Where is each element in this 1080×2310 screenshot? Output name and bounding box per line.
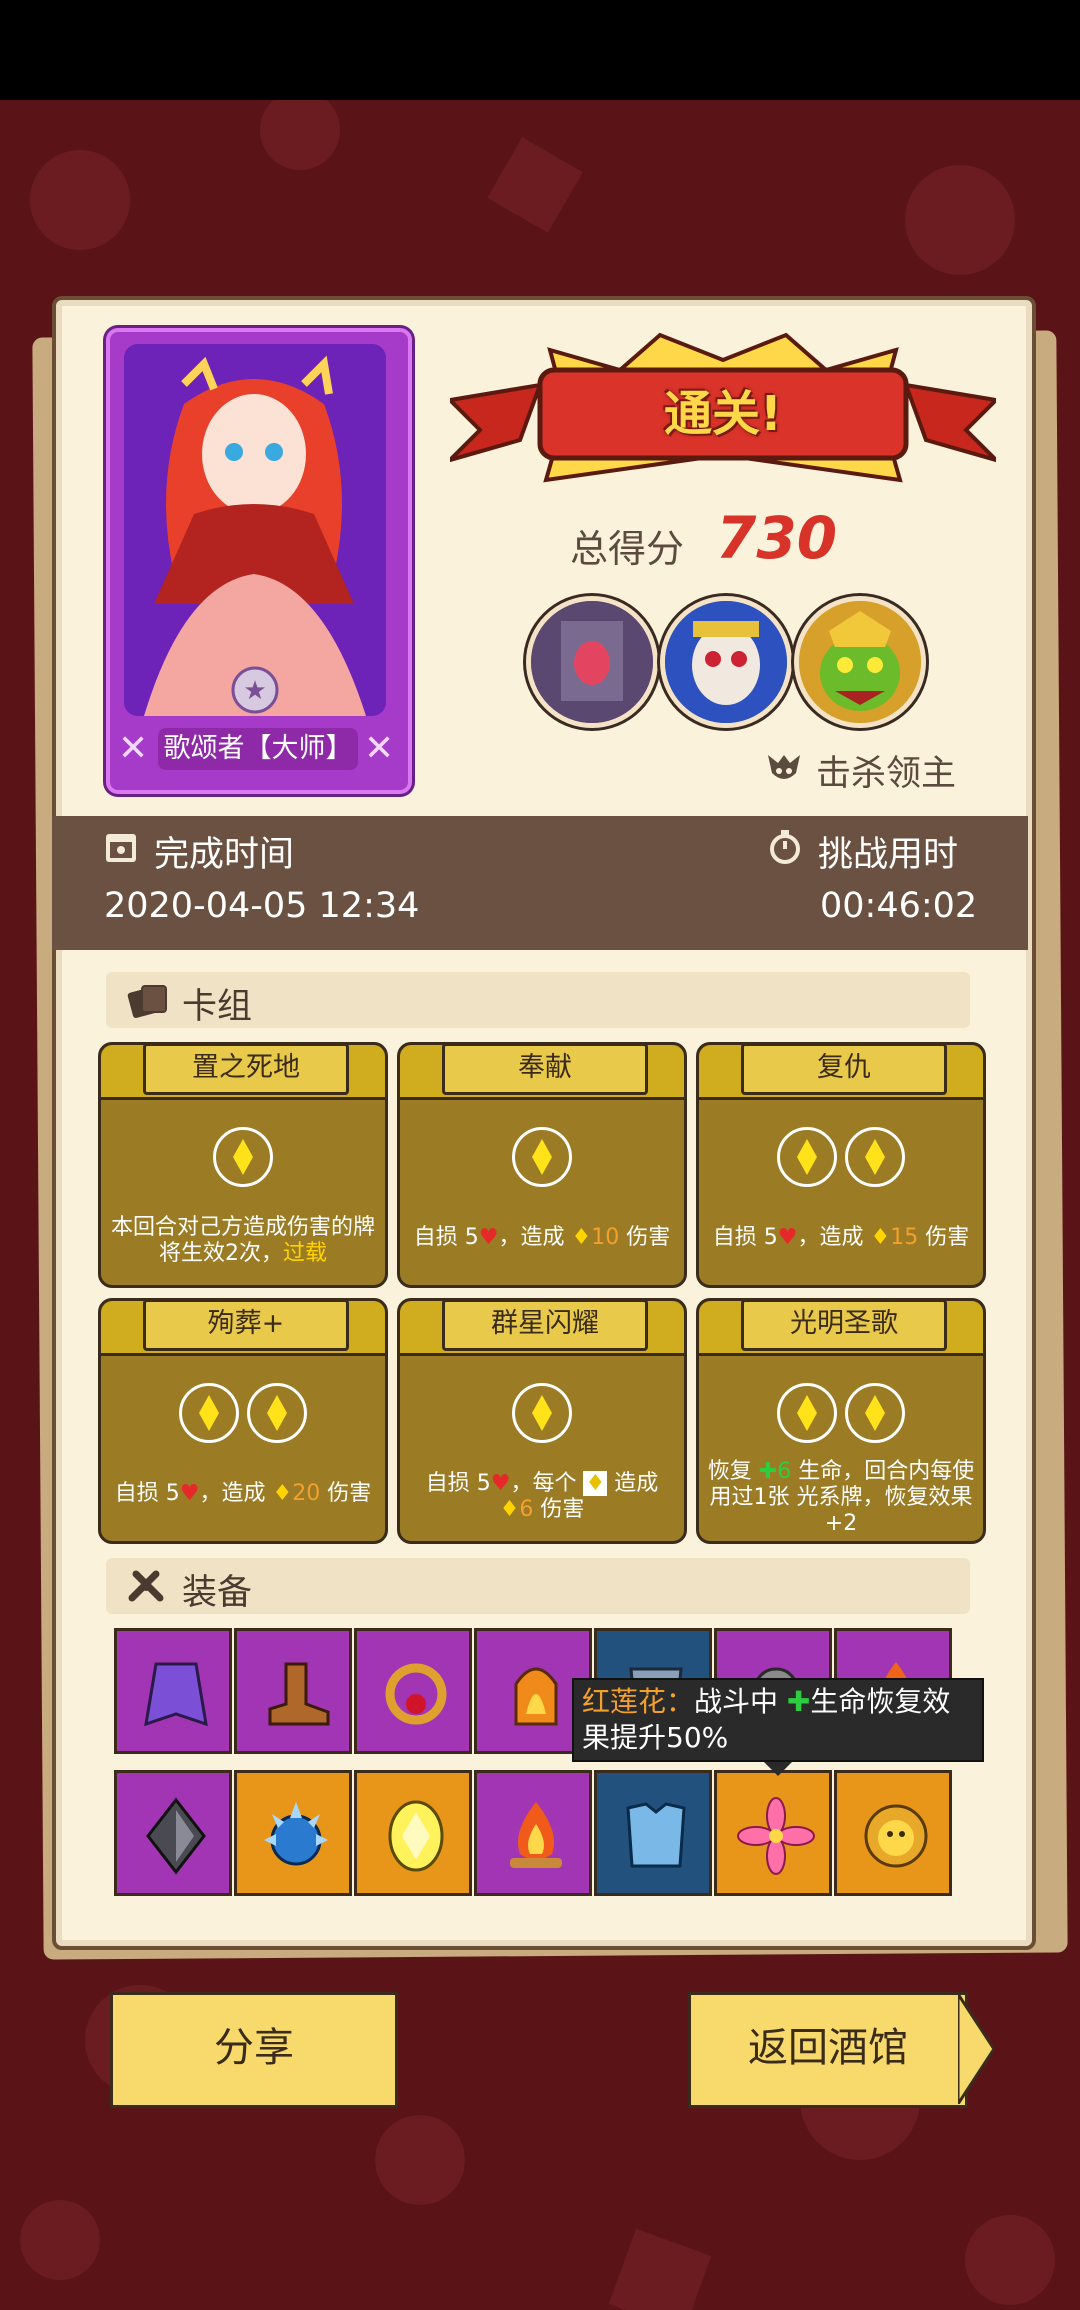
painted-mask-boss-icon[interactable] (660, 596, 792, 728)
svg-text:★: ★ (243, 676, 266, 706)
card-name: 群星闪耀 (442, 1299, 648, 1351)
energy-gem-icon (845, 1127, 905, 1187)
card-description: 恢复 ✚6 生命，回合内每使用过1张 光系牌，恢复效果+2 (707, 1459, 975, 1536)
energy-gem-icon (845, 1383, 905, 1443)
card-description: 自损 5♥，造成 ♦15 伤害 (712, 1225, 970, 1250)
deck-card[interactable]: 复仇 自损 5♥，造成 ♦15 伤害 (696, 1042, 986, 1288)
tooltip-arrow (764, 1762, 792, 1776)
red-lotus-icon[interactable] (714, 1770, 832, 1896)
heart-icon: ♥ (179, 1481, 200, 1506)
light-card-icon: ♦ (583, 1471, 608, 1496)
challenge-time-value: 00:46:02 (820, 886, 978, 926)
energy-gem-icon (512, 1127, 572, 1187)
cards-icon (126, 982, 167, 1018)
plus-icon: ✚ (786, 1685, 811, 1718)
stone-golem-boss-icon[interactable] (526, 596, 658, 728)
heart-icon: ♥ (490, 1471, 511, 1496)
card-name: 殉葬+ (143, 1299, 349, 1351)
back-to-tavern-label: 返回酒馆 (748, 2025, 908, 2071)
card-name: 复仇 (741, 1043, 947, 1095)
deck-card[interactable]: 殉葬+ 自损 5♥，造成 ♦20 伤害 (98, 1298, 388, 1544)
equipment-section-header: 装备 (106, 1558, 970, 1614)
card-name: 光明圣歌 (741, 1299, 947, 1351)
deck-card[interactable]: 奉献 自损 5♥，造成 ♦10 伤害 (397, 1042, 687, 1288)
card-description: 本回合对己方造成伤害的牌将生效2次，过载 (110, 1215, 375, 1266)
brown-boots-icon[interactable] (234, 1628, 352, 1754)
stopwatch-icon (768, 830, 802, 864)
gem-icon: ♦ (272, 1481, 293, 1506)
card-description: 自损 5♥，造成 ♦20 伤害 (114, 1481, 372, 1506)
equipment-tooltip: 红莲花：战斗中 ✚生命恢复效 果提升50% (572, 1678, 984, 1762)
victory-banner: 通关! (443, 330, 1003, 500)
victory-title: 通关! (664, 386, 782, 442)
back-to-tavern-button[interactable]: 返回酒馆 (688, 1992, 968, 2108)
boss-skull-icon (764, 751, 808, 794)
energy-gem-icon (777, 1127, 837, 1187)
deck-card[interactable]: 光明圣歌 恢复 ✚6 生命，回合内每使用过1张 光系牌，恢复效果+2 (696, 1298, 986, 1544)
share-button[interactable]: 分享 (110, 1992, 398, 2108)
bone-right-icon: ✕ (364, 728, 395, 769)
deck-card[interactable]: 群星闪耀 自损 5♥，每个 ♦ 造成 ♦6 伤害 (397, 1298, 687, 1544)
deck-section-header: 卡组 (106, 972, 970, 1028)
equipment-title: 装备 (182, 1573, 253, 1613)
hero-portrait-singer: ★ (124, 344, 386, 716)
bone-left-icon: ✕ (118, 728, 149, 769)
status-bar (0, 0, 1080, 100)
finish-time-value: 2020-04-05 12:34 (104, 886, 420, 926)
time-bar: 完成时间 2020-04-05 12:34 挑战用时 00:46:02 (52, 816, 1028, 950)
plus-icon: ✚ (758, 1459, 778, 1484)
hero-name: 歌颂者【大师】 (158, 728, 358, 770)
dark-crystal-icon[interactable] (114, 1770, 232, 1896)
card-name: 置之死地 (143, 1043, 349, 1095)
hero-card[interactable]: ★ ✕ 歌颂者【大师】 ✕ (106, 328, 412, 794)
energy-gem-icon (179, 1383, 239, 1443)
total-score-label: 总得分 (570, 527, 685, 571)
energy-gem-icon (213, 1127, 273, 1187)
ice-armor-icon[interactable] (594, 1770, 712, 1896)
green-goblin-boss-icon[interactable] (794, 596, 926, 728)
boss-killed-label: 击杀领主 (816, 754, 957, 794)
card-name: 奉献 (442, 1043, 648, 1095)
total-score-value: 730 (716, 504, 838, 572)
calendar-icon (104, 830, 138, 864)
finish-time-label: 完成时间 (154, 835, 295, 875)
heart-icon: ♥ (777, 1225, 798, 1250)
crossed-tools-icon (126, 1568, 166, 1604)
tooltip-item-name: 红莲花： (582, 1685, 695, 1718)
arrow-right-icon (958, 1994, 994, 2104)
gem-icon: ♦ (499, 1497, 520, 1522)
gem-icon: ♦ (571, 1225, 592, 1250)
gem-icon: ♦ (870, 1225, 891, 1250)
boss-killed: 击杀领主 (764, 745, 956, 796)
energy-gem-icon (512, 1383, 572, 1443)
card-description: 自损 5♥，每个 ♦ 造成 ♦6 伤害 (425, 1471, 659, 1522)
card-description: 自损 5♥，造成 ♦10 伤害 (413, 1225, 671, 1250)
heart-icon: ♥ (478, 1225, 499, 1250)
energy-gem-icon (777, 1383, 837, 1443)
yellow-gem-icon[interactable] (354, 1770, 472, 1896)
purple-cape-icon[interactable] (114, 1628, 232, 1754)
lion-ring-icon[interactable] (834, 1770, 952, 1896)
ruby-ring-icon[interactable] (354, 1628, 472, 1754)
deck-title: 卡组 (182, 987, 253, 1027)
spiked-orb-icon[interactable] (234, 1770, 352, 1896)
campfire-icon[interactable] (474, 1770, 592, 1896)
challenge-time-label: 挑战用时 (818, 835, 959, 875)
deck-card[interactable]: 置之死地 本回合对己方造成伤害的牌将生效2次，过载 (98, 1042, 388, 1288)
energy-gem-icon (247, 1383, 307, 1443)
